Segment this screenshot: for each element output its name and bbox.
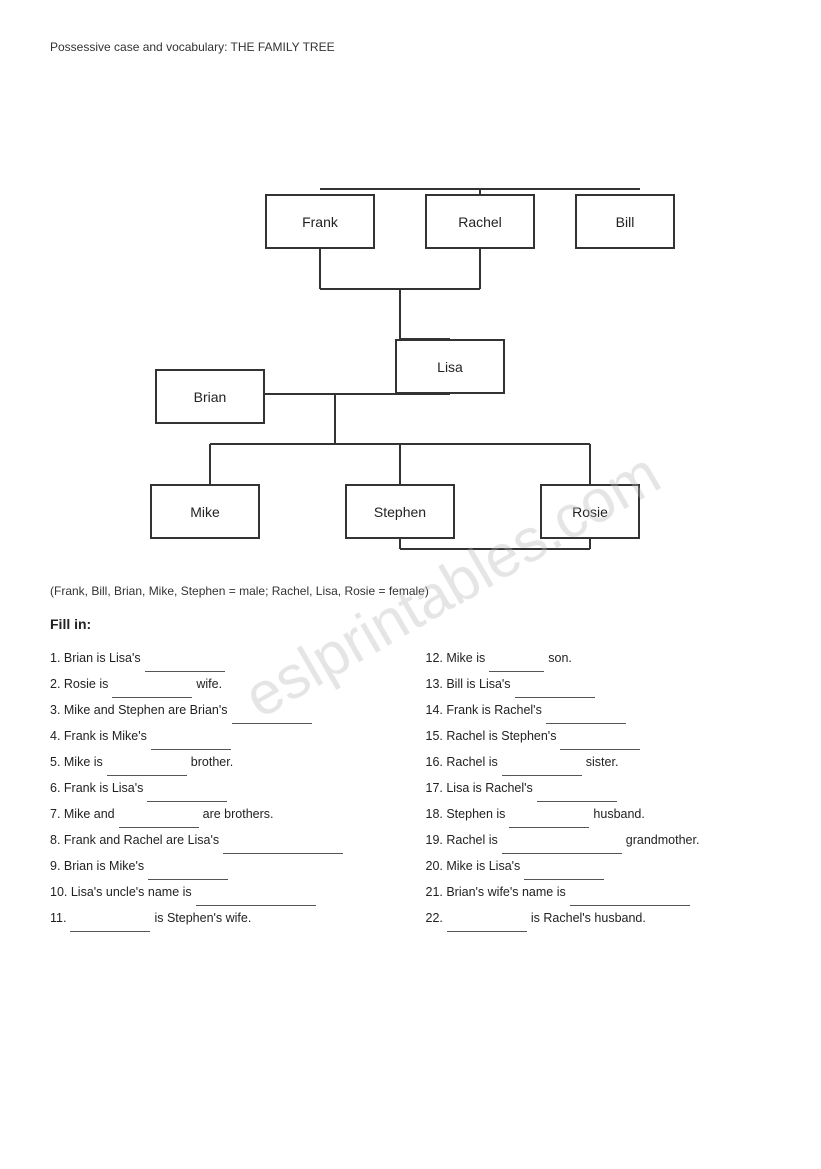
node-stephen: Stephen [345,484,455,539]
question-1: 1. Brian is Lisa's [50,646,396,672]
question-4: 4. Frank is Mike's [50,724,396,750]
question-3: 3. Mike and Stephen are Brian's [50,698,396,724]
question-20: 20. Mike is Lisa's [426,854,772,880]
node-brian: Brian [155,369,265,424]
question-7: 7. Mike and are brothers. [50,802,396,828]
question-16: 16. Rachel is sister. [426,750,772,776]
node-bill: Bill [575,194,675,249]
question-6: 6. Frank is Lisa's [50,776,396,802]
question-10: 10. Lisa's uncle's name is [50,880,396,906]
fill-in-label: Fill in: [50,616,771,632]
questions-right: 12. Mike is son. 13. Bill is Lisa's 14. … [426,646,772,932]
question-18: 18. Stephen is husband. [426,802,772,828]
question-19: 19. Rachel is grandmother. [426,828,772,854]
question-12: 12. Mike is son. [426,646,772,672]
question-21: 21. Brian's wife's name is [426,880,772,906]
question-8: 8. Frank and Rachel are Lisa's [50,828,396,854]
question-13: 13. Bill is Lisa's [426,672,772,698]
question-15: 15. Rachel is Stephen's [426,724,772,750]
question-17: 17. Lisa is Rachel's [426,776,772,802]
question-11: 11. is Stephen's wife. [50,906,396,932]
questions-grid: 1. Brian is Lisa's 2. Rosie is wife. 3. … [50,646,771,932]
question-2: 2. Rosie is wife. [50,672,396,698]
question-9: 9. Brian is Mike's [50,854,396,880]
node-lisa: Lisa [395,339,505,394]
question-5: 5. Mike is brother. [50,750,396,776]
node-rachel: Rachel [425,194,535,249]
tree-notes: (Frank, Bill, Brian, Mike, Stephen = mal… [50,584,771,598]
question-14: 14. Frank is Rachel's [426,698,772,724]
node-rosie: Rosie [540,484,640,539]
page-title: Possessive case and vocabulary: THE FAMI… [50,40,771,54]
node-frank: Frank [265,194,375,249]
questions-left: 1. Brian is Lisa's 2. Rosie is wife. 3. … [50,646,396,932]
family-tree: Frank Rachel Bill Lisa Brian Mike Stephe… [50,84,771,564]
node-mike: Mike [150,484,260,539]
question-22: 22. is Rachel's husband. [426,906,772,932]
